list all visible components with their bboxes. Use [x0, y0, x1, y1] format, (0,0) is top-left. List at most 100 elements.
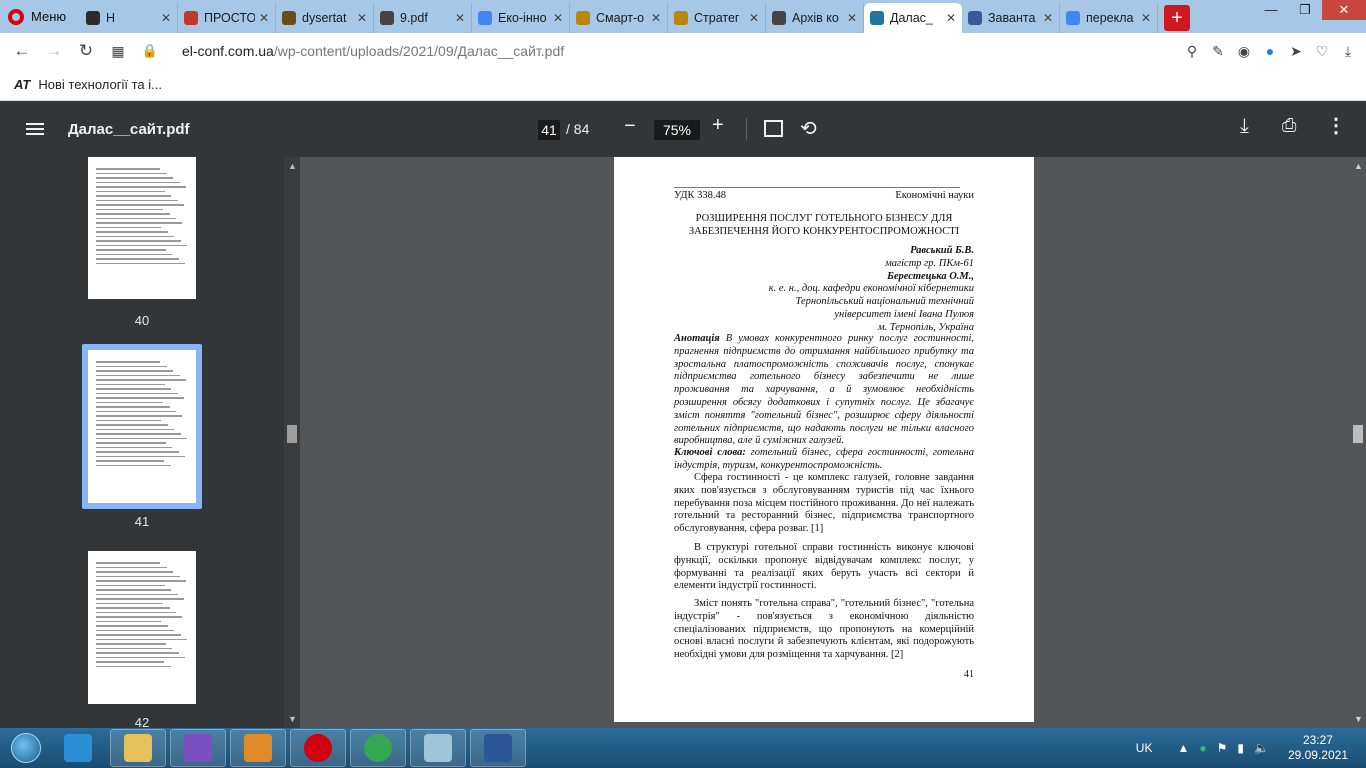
- url-path: /wp-content/uploads/2021/09/Далас__сайт.…: [273, 43, 565, 59]
- taskbar-media-player-button[interactable]: [230, 729, 286, 767]
- tab-close-icon[interactable]: ✕: [1043, 11, 1053, 25]
- browser-tab[interactable]: Н ✕: [80, 3, 178, 33]
- viewer-scrollbar[interactable]: ▲ ▼: [1350, 157, 1366, 728]
- taskbar-opera-button[interactable]: [290, 729, 346, 767]
- browser-tab[interactable]: перекла ✕: [1060, 3, 1158, 33]
- browser-tab[interactable]: Заванта ✕: [962, 3, 1060, 33]
- fit-page-icon[interactable]: [764, 120, 783, 137]
- browser-tab[interactable]: ПРОСТО ✕: [178, 3, 276, 33]
- scroll-up-icon[interactable]: ▲: [1354, 161, 1363, 171]
- tab-close-icon[interactable]: ✕: [553, 11, 563, 25]
- flag-icon[interactable]: ⚑: [1217, 741, 1228, 755]
- thumbnail-page-42[interactable]: [88, 551, 196, 704]
- author-block: Равський Б.В. магістр гр. ПКм-61 Бересте…: [769, 245, 974, 335]
- thumbnail-line: [96, 181, 180, 183]
- menu-icon[interactable]: [26, 120, 44, 138]
- tab-close-icon[interactable]: ✕: [749, 11, 759, 25]
- tab-label: Заванта: [988, 11, 1036, 25]
- taskbar-word-button[interactable]: [470, 729, 526, 767]
- tab-close-icon[interactable]: ✕: [651, 11, 661, 25]
- thumbnail-line: [96, 231, 168, 233]
- back-icon[interactable]: ←: [6, 41, 38, 61]
- title-line-2: ЗАБЕЗПЕЧЕННЯ ЙОГО КОНКУРЕНТОСПРОМОЖНОСТІ: [688, 226, 960, 237]
- zoom-input[interactable]: 75%: [654, 120, 700, 140]
- maximize-button[interactable]: ❐: [1288, 0, 1322, 20]
- tab-close-icon[interactable]: ✕: [847, 11, 857, 25]
- download-icon[interactable]: ⤓: [1340, 43, 1356, 59]
- rotate-icon[interactable]: ⟲: [800, 116, 817, 141]
- thumbnail-line: [96, 186, 187, 188]
- thumbnail-line: [96, 213, 170, 215]
- thumbnail-line: [96, 665, 171, 667]
- network-icon[interactable]: ▮: [1237, 741, 1244, 755]
- download-pdf-icon[interactable]: ⤓: [1240, 115, 1249, 138]
- security-icon[interactable]: ●: [1199, 741, 1206, 755]
- viewer-scroll-thumb[interactable]: [1353, 425, 1363, 443]
- new-tab-button[interactable]: +: [1164, 5, 1190, 31]
- taskbar-notepad-button[interactable]: [410, 729, 466, 767]
- bookmark-item[interactable]: Нові технології та і...: [38, 77, 162, 92]
- reload-icon[interactable]: ↻: [70, 41, 102, 61]
- sidebar-scroll-thumb[interactable]: [287, 425, 297, 443]
- tab-close-icon[interactable]: ✕: [259, 11, 269, 25]
- thumbnail-page-41[interactable]: [88, 350, 196, 503]
- camera-icon[interactable]: ◉: [1236, 43, 1252, 59]
- browser-tab[interactable]: dysertat ✕: [276, 3, 374, 33]
- taskbar-explorer-button[interactable]: [110, 729, 166, 767]
- shield-icon[interactable]: ●: [1262, 43, 1278, 59]
- tab-close-icon[interactable]: ✕: [357, 11, 367, 25]
- tray-arrow-icon[interactable]: ▲: [1177, 741, 1189, 755]
- browser-tab[interactable]: Архів ко ✕: [766, 3, 864, 33]
- scroll-down-icon[interactable]: ▼: [1354, 714, 1363, 724]
- address-actions: ⚲ ✎ ◉ ● ➤ ♡ ⤓: [1184, 43, 1366, 59]
- tabs-overview-icon[interactable]: ▦: [102, 43, 134, 60]
- url-field[interactable]: el-conf.com.ua/wp-content/uploads/2021/0…: [182, 43, 564, 59]
- scroll-up-icon[interactable]: ▲: [288, 161, 297, 171]
- volume-icon[interactable]: 🔈: [1254, 741, 1269, 755]
- clock[interactable]: 23:27 29.09.2021: [1288, 733, 1348, 763]
- send-icon[interactable]: ➤: [1288, 43, 1304, 59]
- close-window-button[interactable]: ✕: [1322, 0, 1366, 20]
- edit-icon[interactable]: ✎: [1210, 43, 1226, 59]
- taskbar-visual-studio-button[interactable]: [170, 729, 226, 767]
- heart-icon[interactable]: ♡: [1314, 43, 1330, 59]
- scroll-down-icon[interactable]: ▼: [288, 714, 297, 724]
- university-line-2: університет імені Івана Пулюя: [834, 308, 974, 320]
- taskbar-ie-button[interactable]: [50, 729, 106, 767]
- taskbar-chrome-button[interactable]: [350, 729, 406, 767]
- thumbnail-page-40[interactable]: [88, 157, 196, 299]
- tab-favicon-icon: [576, 11, 590, 25]
- browser-tab[interactable]: Далас_ ✕: [864, 3, 962, 33]
- browser-tab[interactable]: Смарт-о ✕: [570, 3, 668, 33]
- thumbnail-line: [96, 168, 161, 170]
- tab-favicon-icon: [478, 11, 492, 25]
- thumbnail-line: [96, 195, 172, 197]
- more-options-icon[interactable]: ⋮: [1326, 113, 1346, 138]
- search-icon[interactable]: ⚲: [1184, 43, 1200, 59]
- tab-close-icon[interactable]: ✕: [455, 11, 465, 25]
- minimize-button[interactable]: —: [1254, 0, 1288, 20]
- thumbnail-line: [96, 172, 167, 174]
- browser-tab[interactable]: 9.pdf ✕: [374, 3, 472, 33]
- language-indicator[interactable]: UK: [1136, 741, 1153, 755]
- zoom-out-button[interactable]: −: [624, 115, 636, 138]
- browser-tab[interactable]: Стратег ✕: [668, 3, 766, 33]
- abstract-text: В умовах конкурентного ринку послуг гост…: [674, 333, 974, 447]
- zoom-in-button[interactable]: +: [712, 114, 724, 137]
- tab-close-icon[interactable]: ✕: [1141, 11, 1151, 25]
- thumbnail-line: [96, 451, 179, 453]
- opera-menu-button[interactable]: Меню: [0, 0, 80, 33]
- thumbnail-line: [96, 406, 170, 408]
- forward-icon[interactable]: →: [38, 41, 70, 61]
- sidebar-scrollbar[interactable]: ▲ ▼: [284, 157, 300, 728]
- tab-favicon-icon: [968, 11, 982, 25]
- start-button[interactable]: [6, 728, 46, 768]
- tab-close-icon[interactable]: ✕: [946, 11, 956, 25]
- tab-close-icon[interactable]: ✕: [161, 11, 171, 25]
- print-icon[interactable]: ⎙: [1282, 115, 1296, 136]
- document-viewer[interactable]: УДК 338.48 Економічні науки РОЗШИРЕННЯ П…: [300, 157, 1366, 728]
- page-number-input[interactable]: 41: [538, 120, 560, 140]
- browser-tab[interactable]: Еко-інно ✕: [472, 3, 570, 33]
- thumbnail-line: [96, 652, 179, 654]
- lock-icon[interactable]: 🔒: [134, 43, 166, 59]
